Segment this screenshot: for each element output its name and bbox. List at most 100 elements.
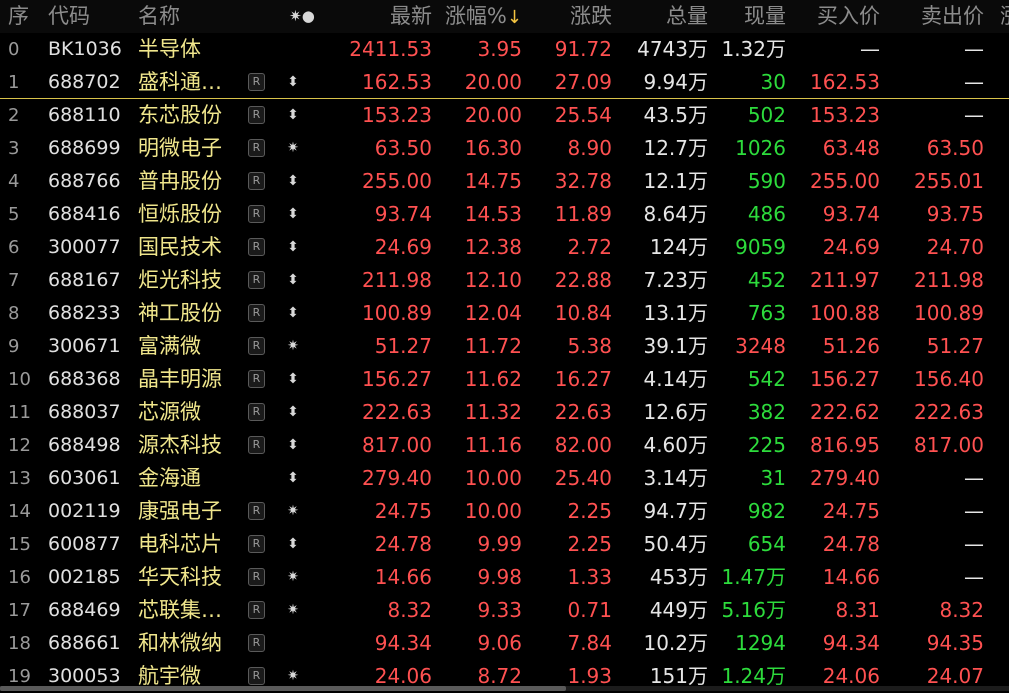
row-ask-price: — xyxy=(964,466,984,490)
row-change-percent: 14.53 xyxy=(464,202,522,226)
header-ask[interactable]: 卖出价 xyxy=(880,0,984,33)
row-change-percent: 11.16 xyxy=(464,433,522,457)
row-change: 32.78 xyxy=(554,169,612,193)
row-bid-price: 14.66 xyxy=(822,565,880,589)
row-index: 4 xyxy=(8,171,20,192)
row-ask-price: — xyxy=(964,103,984,127)
row-index: 16 xyxy=(8,567,31,588)
table-row[interactable]: 18 688661 和林微纳 94.34 9.06 7.84 10.2万 1294 94.34 9… xyxy=(0,627,1009,660)
row-change-percent: 14.75 xyxy=(464,169,522,193)
row-code: 688233 xyxy=(48,302,121,324)
horizontal-scrollbar-thumb[interactable] xyxy=(0,686,566,691)
header-code[interactable]: 代码 xyxy=(48,0,130,33)
row-ask-price: 255.01 xyxy=(914,169,984,193)
row-name: 康强电子 xyxy=(138,499,222,523)
selection-divider xyxy=(0,98,1009,99)
row-volume: 4.14万 xyxy=(643,367,708,391)
row-bid-price: 162.53 xyxy=(810,70,880,94)
header-change[interactable]: 涨跌 xyxy=(524,0,612,33)
row-code: 688661 xyxy=(48,632,121,654)
table-row[interactable]: 7 688167 炬光科技 211.98 12.10 22.88 7.23万 452 211.9… xyxy=(0,264,1009,297)
row-name: 明微电子 xyxy=(138,136,222,160)
header-more[interactable]: 涨 xyxy=(1000,0,1009,33)
row-name: 普冉股份 xyxy=(138,169,222,193)
table-row[interactable]: 16 002185 华天科技 14.66 9.98 1.33 453万 1.47万 14.66 —… xyxy=(0,561,1009,594)
row-volume: 43.5万 xyxy=(643,103,708,127)
row-code: 688167 xyxy=(48,269,121,291)
table-row[interactable]: 11 688037 芯源微 222.63 11.32 22.63 12.6万 382 222.6… xyxy=(0,396,1009,429)
row-change: 25.40 xyxy=(554,466,612,490)
table-row[interactable]: 10 688368 晶丰明源 156.27 11.62 16.27 4.14万 542 156.… xyxy=(0,363,1009,396)
row-ask-price: 100.89 xyxy=(914,301,984,325)
row-ask-price: — xyxy=(964,565,984,589)
row-volume: 12.6万 xyxy=(643,400,708,424)
table-row[interactable]: 0 BK1036 半导体 2411.53 3.95 91.72 4743万 1.32万 — — xyxy=(0,33,1009,66)
header-name[interactable]: 名称 xyxy=(138,0,248,33)
table-row[interactable]: 13 603061 金海通 279.40 10.00 25.40 3.14万 31 279.40… xyxy=(0,462,1009,495)
header-bid[interactable]: 买入价 xyxy=(790,0,880,33)
table-row[interactable]: 9 300671 富满微 51.27 11.72 5.38 39.1万 3248 51.26 51… xyxy=(0,330,1009,363)
row-index: 5 xyxy=(8,204,20,225)
row-ask-price: 222.63 xyxy=(914,400,984,424)
table-row[interactable]: 2 688110 东芯股份 153.23 20.00 25.54 43.5万 502 153.2… xyxy=(0,99,1009,132)
row-volume: 453万 xyxy=(649,565,708,589)
row-code: 300077 xyxy=(48,236,121,258)
margin-trading-badge: R xyxy=(248,370,265,388)
row-ask-price: 211.98 xyxy=(914,268,984,292)
header-current-volume[interactable]: 现量 xyxy=(708,0,786,33)
table-row[interactable]: 17 688469 芯联集… 8.32 9.33 0.71 449万 5.16万 8.31 8.3… xyxy=(0,594,1009,627)
row-change: 8.90 xyxy=(567,136,612,160)
row-name: 恒烁股份 xyxy=(138,202,222,226)
header-flag[interactable]: ✷● xyxy=(282,0,322,33)
updown-flag-icon: ⬍ xyxy=(287,239,299,255)
row-latest-price: 94.34 xyxy=(374,631,432,655)
header-volume[interactable]: 总量 xyxy=(612,0,708,33)
row-volume: 449万 xyxy=(649,598,708,622)
margin-trading-badge: R xyxy=(248,73,265,91)
table-row[interactable]: 12 688498 源杰科技 817.00 11.16 82.00 4.60万 225 816.… xyxy=(0,429,1009,462)
table-row[interactable]: 15 600877 电科芯片 24.78 9.99 2.25 50.4万 654 24.78 — R… xyxy=(0,528,1009,561)
header-latest[interactable]: 最新 xyxy=(340,0,432,33)
quote-table: 序 代码 名称 ✷● 最新 涨幅%↓ 涨跌 总量 现量 买入价 卖出价 涨 0 B… xyxy=(0,0,1009,693)
header-change-percent[interactable]: 涨幅%↓ xyxy=(436,0,522,33)
table-row[interactable]: 5 688416 恒烁股份 93.74 14.53 11.89 8.64万 486 93.74 9… xyxy=(0,198,1009,231)
updown-flag-icon: ⬍ xyxy=(287,404,299,420)
table-row[interactable]: 14 002119 康强电子 24.75 10.00 2.25 94.7万 982 24.75 —… xyxy=(0,495,1009,528)
row-bid-price: 93.74 xyxy=(822,202,880,226)
row-latest-price: 222.63 xyxy=(362,400,432,424)
row-index: 18 xyxy=(8,633,31,654)
row-bid-price: — xyxy=(860,37,880,61)
row-current-volume: 225 xyxy=(747,433,786,457)
row-ask-price: — xyxy=(964,37,984,61)
row-change-percent: 10.00 xyxy=(464,499,522,523)
row-current-volume: 763 xyxy=(747,301,786,325)
table-row[interactable]: 3 688699 明微电子 63.50 16.30 8.90 12.7万 1026 63.48 6… xyxy=(0,132,1009,165)
row-code: BK1036 xyxy=(48,38,122,60)
margin-trading-badge: R xyxy=(248,238,265,256)
row-current-volume: 982 xyxy=(747,499,786,523)
row-ask-price: 51.27 xyxy=(926,334,984,358)
row-index: 0 xyxy=(8,39,20,60)
row-index: 8 xyxy=(8,303,20,324)
row-bid-price: 156.27 xyxy=(810,367,880,391)
row-ask-price: 817.00 xyxy=(914,433,984,457)
table-row[interactable]: 4 688766 普冉股份 255.00 14.75 32.78 12.1万 590 255.0… xyxy=(0,165,1009,198)
row-name: 电科芯片 xyxy=(138,532,222,556)
margin-trading-badge: R xyxy=(248,337,265,355)
row-volume: 10.2万 xyxy=(643,631,708,655)
row-change: 22.63 xyxy=(554,400,612,424)
row-index: 17 xyxy=(8,600,31,621)
row-change-percent: 9.06 xyxy=(477,631,522,655)
table-row[interactable]: 6 300077 国民技术 24.69 12.38 2.72 124万 9059 24.69 24… xyxy=(0,231,1009,264)
row-index: 15 xyxy=(8,534,31,555)
updown-flag-icon: ⬍ xyxy=(287,74,299,90)
row-current-volume: 1294 xyxy=(735,631,786,655)
table-row[interactable]: 8 688233 神工股份 100.89 12.04 10.84 13.1万 763 100.8… xyxy=(0,297,1009,330)
table-row[interactable]: 1 688702 盛科通… 162.53 20.00 27.09 9.94万 30 162.53… xyxy=(0,66,1009,99)
row-latest-price: 156.27 xyxy=(362,367,432,391)
header-index[interactable]: 序 xyxy=(8,0,42,33)
margin-trading-badge: R xyxy=(248,403,265,421)
row-change: 25.54 xyxy=(554,103,612,127)
row-bid-price: 24.69 xyxy=(822,235,880,259)
row-latest-price: 2411.53 xyxy=(349,37,432,61)
